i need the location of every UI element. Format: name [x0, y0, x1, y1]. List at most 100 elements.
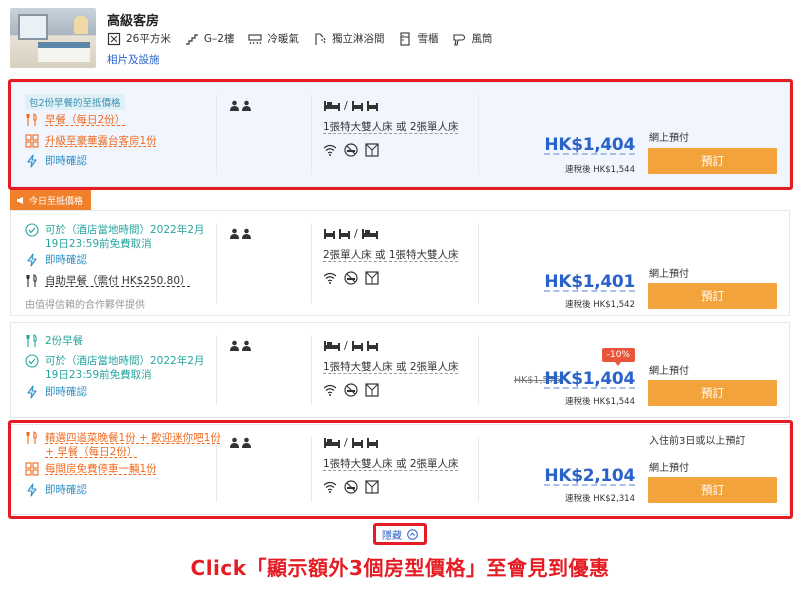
wifi-icon	[323, 144, 337, 156]
person-icon	[242, 340, 251, 351]
discount-badge: -10%	[601, 348, 635, 366]
bed-icon	[324, 341, 340, 351]
megaphone-icon	[17, 196, 23, 204]
stairs-icon	[185, 33, 198, 45]
offer-row-2: 可於（酒店當地時間）2022年2月19日23:59前免費取消 即時確認 自助早餐…	[10, 210, 790, 316]
check-circle-icon	[25, 354, 39, 368]
person-icon	[230, 340, 239, 351]
price-with-tax: 連稅後 HK$1,542	[565, 300, 635, 310]
perk-breakfast: 2份早餐	[25, 334, 83, 348]
check-circle-icon	[25, 223, 39, 237]
person-icon	[242, 100, 251, 111]
perk-breakfast: 早餐（每日2份）	[25, 113, 125, 127]
today-lowest-ribbon: 今日至抵價格	[10, 190, 92, 215]
price-with-tax: 連稅後 HK$1,544	[565, 397, 635, 407]
grid-icon	[25, 134, 39, 148]
offer-price[interactable]: HK$1,404	[544, 135, 635, 155]
wifi-icon	[323, 384, 337, 396]
advance-booking-note: 入住前3日或以上預訂	[649, 436, 746, 447]
hairdryer-icon	[453, 33, 466, 46]
guest-count	[229, 100, 252, 111]
window-icon	[365, 143, 379, 157]
aircon-icon	[248, 33, 263, 44]
no-smoking-icon	[344, 480, 358, 494]
payment-method: 網上預付	[649, 463, 689, 474]
wifi-icon	[323, 272, 337, 284]
lightning-icon	[27, 483, 37, 497]
book-button[interactable]: 預訂	[648, 477, 777, 503]
bed-options-icons: /	[323, 436, 379, 449]
person-icon	[242, 228, 251, 239]
amenity-list: 26平方米 G–2樓 冷暖氣 獨立淋浴間 雪櫃 風筒	[107, 31, 492, 46]
chevron-up-circle-icon	[407, 528, 418, 540]
perk-instant-confirm: 即時確認	[25, 385, 87, 399]
book-button[interactable]: 預訂	[648, 380, 777, 406]
person-icon	[230, 228, 239, 239]
amenity-floor: G–2樓	[185, 31, 234, 46]
guest-count	[229, 228, 252, 239]
offer-price[interactable]: HK$1,404	[544, 369, 635, 389]
guest-count	[229, 340, 252, 351]
perk-free-cancel: 可於（酒店當地時間）2022年2月19日23:59前免費取消	[25, 354, 205, 382]
no-smoking-icon	[344, 383, 358, 397]
bed-options-icons: /	[323, 227, 379, 240]
guest-count	[229, 437, 252, 448]
bed-description[interactable]: 1張特大雙人床 或 2張單人床	[323, 359, 459, 374]
perk-dinner-package: 精選四道菜晚餐1份 + 歡迎迷你吧1份 + 早餐（每日2份）	[25, 431, 221, 459]
bed-icon	[361, 229, 378, 239]
room-facilities	[323, 143, 379, 157]
offer-row-4: 精選四道菜晚餐1份 + 歡迎迷你吧1份 + 早餐（每日2份） 每間房免費停車一輛…	[10, 424, 790, 515]
offer-price[interactable]: HK$1,401	[544, 272, 635, 292]
offer-price[interactable]: HK$2,104	[544, 466, 635, 486]
bed-options-icons: /	[323, 99, 379, 112]
instruction-caption: Click「顯示額外3個房型價格」至會見到優惠	[190, 556, 610, 580]
room-facilities	[323, 271, 379, 285]
shower-icon	[315, 32, 326, 45]
offer-row-1: 包2份早餐的至抵價格 早餐（每日2份） 升級至豪華露台客房1份 即時確認 / 1…	[10, 82, 790, 187]
book-button[interactable]: 預訂	[648, 283, 777, 309]
room-header: 高級客房 26平方米 G–2樓 冷暖氣 獨立淋浴間 雪櫃 風筒 相片及設施	[10, 8, 790, 70]
no-smoking-icon	[344, 271, 358, 285]
perk-upgrade: 升級至豪華露台客房1份	[25, 134, 157, 148]
breakfast-icon	[26, 274, 37, 287]
breakfast-icon	[26, 334, 37, 347]
wifi-icon	[323, 481, 337, 493]
bed-description[interactable]: 1張特大雙人床 或 2張單人床	[323, 119, 459, 134]
area-icon	[107, 32, 121, 45]
twin-bed-icon	[351, 341, 378, 351]
payment-method: 網上預付	[649, 366, 689, 377]
lightning-icon	[27, 154, 37, 168]
twin-bed-icon	[351, 438, 378, 448]
book-button[interactable]: 預訂	[648, 148, 777, 174]
amenity-aircon: 冷暖氣	[248, 31, 299, 46]
bed-description[interactable]: 1張特大雙人床 或 2張單人床	[323, 456, 459, 471]
bed-description[interactable]: 2張單人床 或 1張特大雙人床	[323, 247, 459, 262]
price-with-tax: 連稅後 HK$2,314	[565, 494, 635, 504]
payment-method: 網上預付	[649, 133, 689, 144]
amenity-shower: 獨立淋浴間	[313, 31, 384, 46]
perk-free-cancel: 可於（酒店當地時間）2022年2月19日23:59前免費取消	[25, 223, 205, 251]
amenity-hairdryer: 風筒	[452, 31, 492, 46]
hide-options-button[interactable]: 隱藏	[373, 523, 427, 545]
room-facilities	[323, 480, 379, 494]
amenity-area: 26平方米	[107, 31, 171, 46]
room-thumbnail[interactable]	[10, 8, 96, 68]
person-icon	[230, 437, 239, 448]
window-icon	[365, 271, 379, 285]
bed-icon	[324, 101, 340, 111]
window-icon	[365, 383, 379, 397]
payment-method: 網上預付	[649, 269, 689, 280]
perk-instant-confirm: 即時確認	[25, 154, 87, 168]
price-with-tax: 連稅後 HK$1,544	[565, 165, 635, 175]
photos-facilities-link[interactable]: 相片及設施	[107, 52, 160, 67]
breakfast-icon	[26, 431, 37, 444]
offer-row-3: 2份早餐 可於（酒店當地時間）2022年2月19日23:59前免費取消 即時確認…	[10, 322, 790, 418]
lightning-icon	[27, 385, 37, 399]
grid-icon	[25, 462, 39, 476]
amenity-fridge: 雪櫃	[398, 31, 438, 46]
breakfast-icon	[26, 113, 37, 126]
person-icon	[230, 100, 239, 111]
perk-free-parking: 每間房免費停車一輛1份	[25, 462, 157, 476]
lightning-icon	[27, 253, 37, 267]
perk-instant-confirm: 即時確認	[25, 253, 87, 267]
